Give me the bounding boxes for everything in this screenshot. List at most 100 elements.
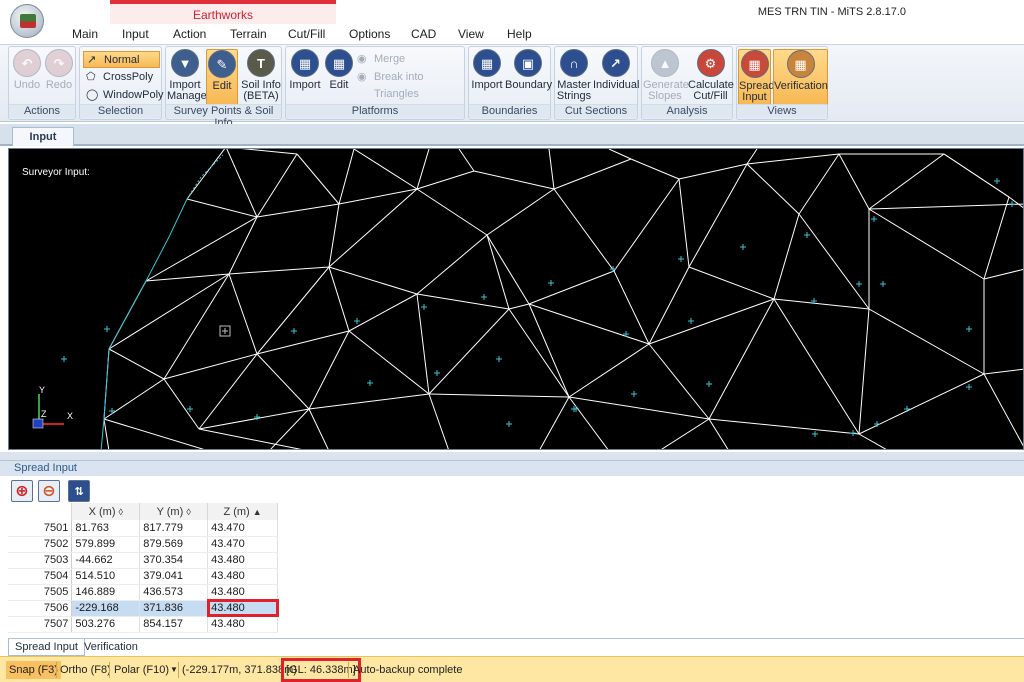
mesh-edge — [868, 153, 945, 210]
adjust-columns-button[interactable]: ⇅ — [68, 480, 90, 502]
mesh-edge — [983, 373, 1023, 447]
mesh-edge — [688, 266, 775, 300]
survey-point-marker — [354, 318, 360, 324]
mesh-edge — [338, 188, 418, 205]
cell-y[interactable]: 379.041 — [139, 568, 209, 585]
panel-splitter[interactable] — [0, 452, 1024, 460]
cell-x[interactable]: 514.510 — [71, 568, 141, 585]
mesh-edge — [428, 393, 449, 449]
group-cut-sections: ∩ Master Strings ↗ Individual Cut Sectio… — [554, 46, 639, 120]
column-header-x[interactable]: X (m) ◊ — [71, 503, 141, 520]
boundaries-import-button[interactable]: ▦ Import — [470, 49, 504, 91]
survey-point-marker — [966, 384, 972, 390]
add-row-button[interactable]: ⊕ — [11, 480, 33, 502]
cell-x[interactable]: -44.662 — [71, 552, 141, 569]
column-z-label: Z (m) — [223, 505, 250, 518]
tab-main[interactable]: Main — [72, 27, 98, 41]
break-triangles-button[interactable]: ◉ Break into Triangles — [354, 69, 464, 100]
mesh-edge — [678, 163, 748, 180]
mesh-edge — [528, 270, 615, 305]
select-normal-button[interactable]: ↗ Normal — [83, 51, 160, 68]
survey-point-marker — [706, 381, 712, 387]
cell-y[interactable]: 371.836 — [139, 600, 209, 617]
survey-point-marker — [904, 406, 910, 412]
cell-x[interactable]: 579.899 — [71, 536, 141, 553]
cell-y[interactable]: 436.573 — [139, 584, 209, 601]
windowpoly-label: WindowPoly — [103, 89, 164, 101]
table-row[interactable]: 7504 514.510 379.041 43.480 — [8, 568, 278, 585]
app-menu-button[interactable] — [10, 4, 44, 38]
group-views: ▦ Spread Input ▦ Verification Views — [736, 46, 828, 120]
platforms-edit-button[interactable]: ▦ Edit — [324, 49, 354, 91]
tab-spread-input[interactable]: Spread Input — [8, 639, 85, 656]
break-triangles-icon: ◉ — [357, 71, 367, 83]
table-row-selected[interactable]: 7506 -229.168 371.836 43.480 — [8, 599, 279, 617]
survey-point-marker — [367, 380, 373, 386]
cell-x[interactable]: 146.889 — [71, 584, 141, 601]
mesh-edge — [508, 303, 530, 310]
document-tab-input[interactable]: Input — [12, 127, 74, 146]
select-crosspoly-button[interactable]: ⬠ CrossPoly — [83, 69, 160, 86]
soil-info-button[interactable]: T Soil Info (BETA) — [240, 49, 282, 102]
survey-point-marker — [966, 326, 972, 332]
undo-button[interactable]: ↶ Undo — [12, 49, 42, 91]
generate-slopes-button[interactable]: ▲ Generate Slopes — [643, 49, 689, 102]
cell-x[interactable]: 503.276 — [71, 616, 141, 633]
cell-x[interactable]: -229.168 — [71, 600, 141, 617]
table-row[interactable]: 7507 503.276 854.157 43.480 — [8, 616, 278, 633]
mesh-edge — [241, 149, 298, 155]
mesh-edge — [256, 266, 330, 355]
cell-y[interactable]: 879.569 — [139, 536, 209, 553]
cell-z[interactable]: 43.480 — [207, 616, 278, 633]
spread-input-view-button[interactable]: ▦ Spread Input — [738, 49, 774, 105]
tab-verification[interactable]: Verification — [78, 639, 144, 656]
cell-z[interactable]: 43.480 — [207, 552, 278, 569]
calculate-cut-fill-button[interactable]: ⚙ Calculate Cut/Fill — [688, 49, 734, 102]
select-windowpoly-button[interactable]: ◯ WindowPoly — [83, 87, 164, 104]
cell-y[interactable]: 854.157 — [139, 616, 209, 633]
cell-z[interactable]: 43.480 — [207, 568, 278, 585]
cell-y[interactable]: 370.354 — [139, 552, 209, 569]
spread-input-label-2: Input — [742, 91, 767, 103]
cell-z[interactable]: 43.470 — [207, 536, 278, 553]
snap-toggle[interactable]: Snap (F3) — [6, 661, 61, 679]
merge-button[interactable]: ◉ Merge — [354, 51, 464, 68]
tab-action[interactable]: Action — [173, 27, 206, 41]
remove-row-button[interactable]: ⊖ — [38, 480, 60, 502]
polar-dropdown-icon[interactable]: ▼ — [170, 661, 178, 679]
tab-cut-fill[interactable]: Cut/Fill — [288, 27, 325, 41]
tin-canvas[interactable]: Y Z X Surveyor Input: — [8, 148, 1024, 450]
cell-y[interactable]: 817.779 — [139, 520, 209, 537]
table-row[interactable]: 7502 579.899 879.569 43.470 — [8, 536, 278, 553]
table-row[interactable]: 7501 81.763 817.779 43.470 — [8, 520, 278, 537]
master-strings-button[interactable]: ∩ Master Strings — [556, 49, 592, 102]
import-manage-button[interactable]: ▼ Import Manage — [167, 49, 207, 102]
ortho-toggle[interactable]: Ortho (F8) — [60, 661, 111, 679]
cell-z-highlighted[interactable]: 43.480 — [206, 599, 279, 617]
tab-cad[interactable]: CAD — [411, 27, 436, 41]
tab-input[interactable]: Input — [122, 27, 149, 41]
polar-toggle[interactable]: Polar (F10) — [114, 661, 169, 679]
tab-options[interactable]: Options — [349, 27, 390, 41]
context-tab-group-earthworks: Earthworks — [110, 0, 336, 24]
column-header-y[interactable]: Y (m) ◊ — [139, 503, 209, 520]
group-selection: ↗ Normal ⬠ CrossPoly ◯ WindowPoly Selection — [79, 46, 164, 120]
individual-button[interactable]: ↗ Individual — [593, 49, 639, 91]
verification-view-button[interactable]: ▦ Verification — [773, 49, 828, 105]
platforms-import-button[interactable]: ▦ Import — [288, 49, 322, 91]
mesh-edge — [708, 298, 775, 420]
cell-z[interactable]: 43.470 — [207, 520, 278, 537]
tab-terrain[interactable]: Terrain — [230, 27, 267, 41]
table-row[interactable]: 7505 146.889 436.573 43.480 — [8, 584, 278, 601]
mesh-edge — [648, 266, 690, 345]
cell-x[interactable]: 81.763 — [71, 520, 141, 537]
platform-edit-icon: ▦ — [325, 49, 353, 77]
cell-z[interactable]: 43.480 — [207, 584, 278, 601]
table-row[interactable]: 7503 -44.662 370.354 43.480 — [8, 552, 278, 569]
boundary-button[interactable]: ▣ Boundary — [505, 49, 552, 91]
edit-survey-button[interactable]: ✎ Edit — [206, 49, 238, 105]
column-header-z[interactable]: Z (m) ▲ — [207, 503, 278, 520]
tab-help[interactable]: Help — [507, 27, 532, 41]
tab-view[interactable]: View — [458, 27, 484, 41]
redo-button[interactable]: ↷ Redo — [44, 49, 74, 91]
